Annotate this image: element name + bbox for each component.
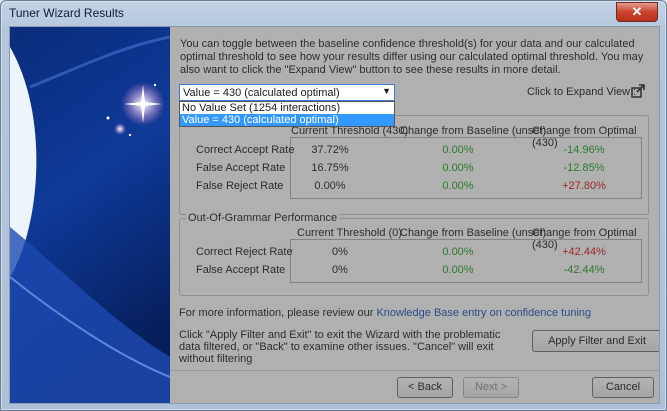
apply-filter-exit-button[interactable]: Apply Filter and Exit	[532, 330, 659, 352]
info-line: For more information, please review our …	[179, 307, 591, 319]
cell-current: 0%	[332, 264, 348, 276]
threshold-option-selected[interactable]: Value = 430 (calculated optimal)	[180, 114, 394, 126]
header-change-baseline: Change from Baseline (unset)	[400, 125, 547, 137]
results-panel: You can toggle between the baseline conf…	[170, 27, 659, 403]
oog-header-current-threshold: Current Threshold (0)	[297, 227, 402, 239]
cell-optimal: -14.96%	[563, 144, 605, 156]
cell-current: 0%	[332, 246, 348, 258]
cell-current: 0.00%	[314, 180, 346, 192]
cell-optimal: -42.44%	[563, 264, 605, 276]
row-label-correct-reject: Correct Reject Rate	[196, 246, 293, 258]
threshold-options-list: No Value Set (1254 interactions) Value =…	[179, 101, 395, 127]
next-button[interactable]: Next >	[463, 377, 519, 398]
cancel-button[interactable]: Cancel	[592, 377, 654, 398]
cell-optimal: +42.44%	[562, 246, 606, 258]
row-label-correct-accept: Correct Accept Rate	[196, 144, 295, 156]
chevron-down-icon: ▼	[382, 86, 391, 96]
cell-baseline: 0.00%	[442, 162, 474, 174]
threshold-option[interactable]: No Value Set (1254 interactions)	[180, 102, 394, 114]
footer-separator	[170, 370, 659, 371]
intro-text: You can toggle between the baseline conf…	[180, 38, 644, 76]
title-bar[interactable]: Tuner Wizard Results ✕	[1, 1, 666, 25]
info-text: For more information, please review our	[179, 307, 377, 319]
tuner-wizard-window: Tuner Wizard Results ✕ You can toggle be…	[0, 0, 667, 411]
row-label-false-accept: False Accept Rate	[196, 162, 286, 174]
close-icon: ✕	[631, 4, 643, 19]
external-link-icon[interactable]	[630, 83, 646, 99]
threshold-select[interactable]: Value = 430 (calculated optimal) ▼	[179, 84, 395, 101]
wizard-side-graphic	[10, 27, 170, 403]
row-label-false-reject: False Reject Rate	[196, 180, 284, 192]
knowledge-base-link[interactable]: Knowledge Base entry on confidence tunin…	[376, 307, 591, 319]
cell-optimal: -12.85%	[563, 162, 605, 174]
back-button[interactable]: < Back	[397, 377, 453, 398]
row-label-oog-false-accept: False Accept Rate	[196, 264, 286, 276]
threshold-select-value: Value = 430 (calculated optimal)	[183, 87, 340, 99]
cell-current: 37.72%	[311, 144, 349, 156]
close-button[interactable]: ✕	[616, 2, 658, 22]
cell-optimal: +27.80%	[562, 180, 606, 192]
expand-view-label: Click to Expand View :	[527, 86, 637, 98]
cell-baseline: 0.00%	[442, 180, 474, 192]
instructions-text: Click "Apply Filter and Exit" to exit th…	[179, 329, 501, 365]
cell-baseline: 0.00%	[442, 144, 474, 156]
wizard-client-area: You can toggle between the baseline conf…	[9, 26, 660, 404]
oog-header-change-baseline: Change from Baseline (unset)	[400, 227, 547, 239]
cell-baseline: 0.00%	[442, 246, 474, 258]
cell-current: 16.75%	[311, 162, 349, 174]
window-title: Tuner Wizard Results	[9, 6, 124, 20]
oog-group-title: Out-Of-Grammar Performance	[186, 212, 340, 224]
cell-baseline: 0.00%	[442, 264, 474, 276]
